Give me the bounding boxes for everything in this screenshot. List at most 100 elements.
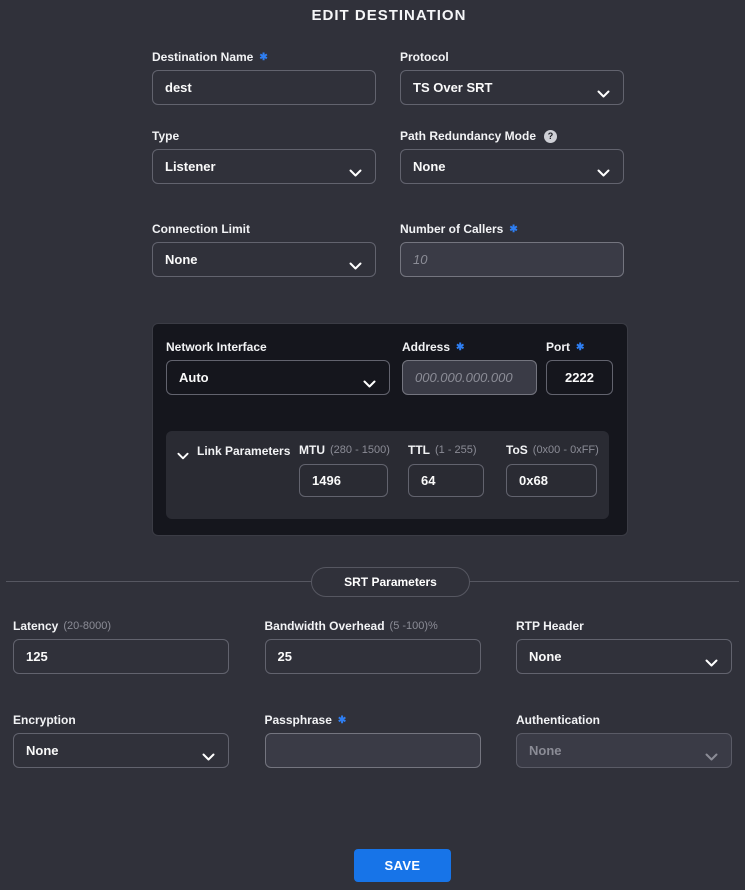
- passphrase-input[interactable]: [265, 733, 481, 768]
- type-label: Type: [152, 129, 179, 143]
- connection-limit-field: Connection Limit None: [152, 222, 376, 277]
- mtu-label: MTU: [299, 443, 325, 457]
- path-redundancy-label: Path Redundancy Mode: [400, 129, 536, 143]
- authentication-value: None: [529, 743, 562, 758]
- chevron-down-icon: [349, 257, 362, 265]
- ttl-range-hint: (1 - 255): [435, 444, 477, 456]
- port-input[interactable]: [546, 360, 613, 395]
- latency-field: Latency (20-8000): [13, 619, 229, 674]
- required-asterisk: ✱: [259, 52, 267, 63]
- number-of-callers-input[interactable]: [400, 242, 624, 277]
- rtp-header-select[interactable]: None: [516, 639, 732, 674]
- authentication-select: None: [516, 733, 732, 768]
- port-label: Port: [546, 340, 570, 354]
- ttl-field: TTL (1 - 255): [408, 443, 484, 497]
- address-label: Address: [402, 340, 450, 354]
- network-settings-row: Network Interface Auto Address ✱ Port ✱: [166, 340, 614, 395]
- network-interface-value: Auto: [179, 370, 209, 385]
- required-asterisk: ✱: [456, 342, 464, 353]
- latency-input[interactable]: [13, 639, 229, 674]
- protocol-label: Protocol: [400, 50, 449, 64]
- ttl-label-row: TTL (1 - 255): [408, 443, 484, 457]
- chevron-down-icon: [597, 85, 610, 93]
- connection-limit-label-row: Connection Limit: [152, 222, 376, 236]
- network-interface-field: Network Interface Auto: [166, 340, 390, 395]
- srt-parameters-label: SRT Parameters: [344, 575, 437, 589]
- protocol-field: Protocol TS Over SRT: [400, 50, 624, 105]
- destination-name-label-row: Destination Name ✱: [152, 50, 376, 64]
- chevron-down-icon: [705, 748, 718, 756]
- rtp-header-label-row: RTP Header: [516, 619, 732, 633]
- passphrase-field: Passphrase ✱: [265, 713, 481, 768]
- type-select[interactable]: Listener: [152, 149, 376, 184]
- path-redundancy-value: None: [413, 159, 446, 174]
- network-interface-select[interactable]: Auto: [166, 360, 390, 395]
- authentication-label: Authentication: [516, 713, 600, 727]
- type-field: Type Listener: [152, 129, 376, 184]
- path-redundancy-label-row: Path Redundancy Mode ?: [400, 129, 624, 143]
- encryption-value: None: [26, 743, 59, 758]
- destination-name-label: Destination Name: [152, 50, 253, 64]
- bandwidth-overhead-label-row: Bandwidth Overhead (5 -100)%: [265, 619, 481, 633]
- authentication-label-row: Authentication: [516, 713, 732, 727]
- address-input[interactable]: [402, 360, 537, 395]
- connection-limit-select[interactable]: None: [152, 242, 376, 277]
- rtp-header-value: None: [529, 649, 562, 664]
- mtu-range-hint: (280 - 1500): [330, 444, 390, 456]
- passphrase-label-row: Passphrase ✱: [265, 713, 481, 727]
- tos-field: ToS (0x00 - 0xFF): [506, 443, 597, 497]
- chevron-down-icon: [202, 748, 215, 756]
- type-value: Listener: [165, 159, 216, 174]
- ttl-input[interactable]: [408, 464, 484, 497]
- tos-label: ToS: [506, 443, 528, 457]
- network-settings-card: Network Interface Auto Address ✱ Port ✱: [152, 323, 628, 536]
- protocol-value: TS Over SRT: [413, 80, 492, 95]
- destination-name-field: Destination Name ✱: [152, 50, 376, 105]
- bandwidth-overhead-label: Bandwidth Overhead: [265, 619, 385, 633]
- destination-name-input[interactable]: [152, 70, 376, 105]
- connection-limit-value: None: [165, 252, 198, 267]
- required-asterisk: ✱: [338, 715, 346, 726]
- rtp-header-field: RTP Header None: [516, 619, 732, 674]
- dialog-header: EDIT DESTINATION: [152, 0, 626, 24]
- bandwidth-overhead-input[interactable]: [265, 639, 481, 674]
- latency-label: Latency: [13, 619, 58, 633]
- link-parameters-toggle[interactable]: Link Parameters: [177, 443, 299, 458]
- encryption-select[interactable]: None: [13, 733, 229, 768]
- encryption-field: Encryption None: [13, 713, 229, 768]
- form-row-3: Connection Limit None Number of Callers …: [152, 222, 626, 277]
- srt-row-1: Latency (20-8000) Bandwidth Overhead (5 …: [13, 619, 732, 674]
- chevron-down-icon: [177, 447, 189, 455]
- chevron-down-icon: [705, 654, 718, 662]
- mtu-input[interactable]: [299, 464, 388, 497]
- tos-input[interactable]: [506, 464, 597, 497]
- required-asterisk: ✱: [509, 224, 517, 235]
- number-of-callers-label-row: Number of Callers ✱: [400, 222, 624, 236]
- encryption-label-row: Encryption: [13, 713, 229, 727]
- network-interface-label: Network Interface: [166, 340, 267, 354]
- form-row-1: Destination Name ✱ Protocol TS Over SRT: [152, 50, 626, 105]
- number-of-callers-field: Number of Callers ✱: [400, 222, 624, 277]
- srt-parameters-section: Latency (20-8000) Bandwidth Overhead (5 …: [0, 619, 745, 882]
- network-interface-label-row: Network Interface: [166, 340, 390, 354]
- latency-range-hint: (20-8000): [63, 620, 111, 632]
- connection-limit-label: Connection Limit: [152, 222, 250, 236]
- number-of-callers-label: Number of Callers: [400, 222, 503, 236]
- protocol-select[interactable]: TS Over SRT: [400, 70, 624, 105]
- ttl-label: TTL: [408, 443, 430, 457]
- port-label-row: Port ✱: [546, 340, 613, 354]
- bandwidth-overhead-field: Bandwidth Overhead (5 -100)%: [265, 619, 481, 674]
- tos-label-row: ToS (0x00 - 0xFF): [506, 443, 597, 457]
- link-parameters-panel: Link Parameters MTU (280 - 1500) TTL (1 …: [166, 431, 609, 519]
- help-icon[interactable]: ?: [544, 130, 557, 143]
- srt-parameters-pill: SRT Parameters: [311, 567, 470, 597]
- address-label-row: Address ✱: [402, 340, 537, 354]
- path-redundancy-field: Path Redundancy Mode ? None: [400, 129, 624, 184]
- form-row-2: Type Listener Path Redundancy Mode ? Non…: [152, 129, 626, 184]
- required-asterisk: ✱: [576, 342, 584, 353]
- path-redundancy-select[interactable]: None: [400, 149, 624, 184]
- chevron-down-icon: [349, 164, 362, 172]
- encryption-label: Encryption: [13, 713, 76, 727]
- save-button[interactable]: SAVE: [354, 849, 451, 882]
- srt-row-2: Encryption None Passphrase ✱ Authenticat…: [13, 713, 732, 768]
